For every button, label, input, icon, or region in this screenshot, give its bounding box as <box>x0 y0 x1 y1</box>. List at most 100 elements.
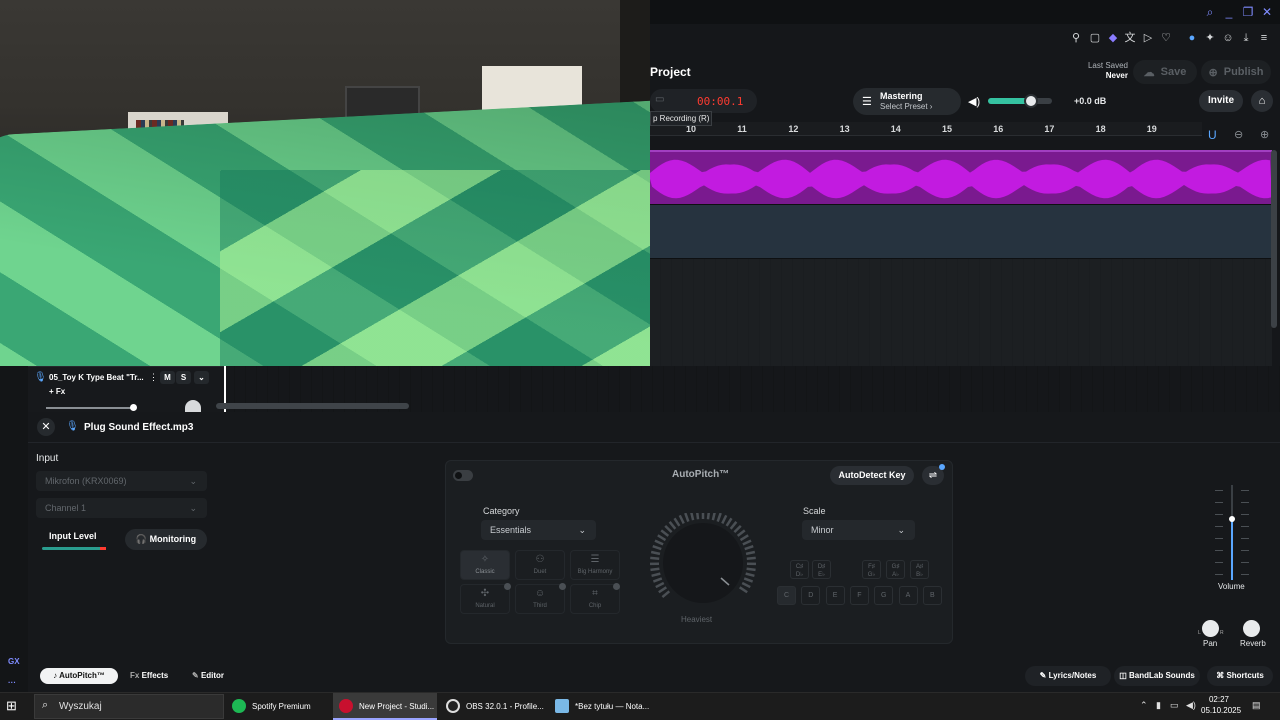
master-volume-slider[interactable] <box>988 98 1052 104</box>
key-sharp[interactable]: C♯ D♭ <box>790 560 809 579</box>
invite-button[interactable]: Invite <box>1199 90 1243 112</box>
mastering-button[interactable]: ☰ Mastering Select Preset › <box>853 88 961 115</box>
taskbar-app-obs[interactable]: OBS 32.0.1 - Profile... <box>440 693 546 720</box>
input-device-select[interactable]: Mikrofon (KRX0069) ⌄ <box>36 471 207 491</box>
menu-icon[interactable]: ≡ <box>1257 31 1271 45</box>
tab-editor[interactable]: ✎ Editor <box>192 668 224 684</box>
key-natural[interactable]: E <box>825 586 845 605</box>
windows-start-icon[interactable]: ⊞ <box>6 698 17 714</box>
preset-chip[interactable]: ⌗ Chip <box>570 584 620 614</box>
category-select[interactable]: Essentials ⌄ <box>481 520 596 540</box>
shortcuts-button[interactable]: ⌘ Shortcuts <box>1207 666 1273 686</box>
taskbar-app-bandlab[interactable]: New Project - Studi... <box>333 693 437 720</box>
loop-icon[interactable]: ▭ <box>655 94 664 105</box>
taskbar-app-spotify[interactable]: Spotify Premium <box>226 693 330 720</box>
bandlab-sounds-button[interactable]: ◫ BandLab Sounds <box>1114 666 1200 686</box>
screenshot-icon[interactable]: ▢ <box>1088 31 1102 45</box>
ruler-tick: 13 <box>839 124 850 134</box>
preset-third[interactable]: ☺ Third <box>515 584 565 614</box>
close-icon[interactable]: ✕ <box>1259 4 1275 20</box>
reverb-knob[interactable] <box>1243 620 1260 637</box>
chevron-down-icon[interactable]: ⌄ <box>194 371 209 384</box>
solo-button[interactable]: S <box>176 371 191 384</box>
close-panel-button[interactable]: ✕ <box>37 418 55 436</box>
preset-natural[interactable]: ✣ Natural <box>460 584 510 614</box>
taskbar-clock[interactable]: 02:27 05.10.2025 <box>1201 694 1241 716</box>
pitch-amount-knob[interactable] <box>648 513 758 611</box>
tray-chevron-icon[interactable]: ⌃ <box>1140 700 1148 711</box>
key-sharp[interactable]: D♯ E♭ <box>812 560 831 579</box>
profile-icon[interactable]: ☺ <box>1221 31 1235 45</box>
preset-big-harmony[interactable]: ☰ Big Harmony <box>570 550 620 580</box>
horizontal-scrollbar[interactable] <box>216 403 409 409</box>
download-icon[interactable]: ⤓ <box>1239 31 1253 45</box>
channel-select[interactable]: Channel 1 ⌄ <box>36 498 207 518</box>
taskbar-search[interactable]: ⌕ Wyszukaj <box>34 694 224 719</box>
tab-label: Effects <box>141 671 169 680</box>
gift-icon[interactable]: ⌂ <box>1251 90 1273 112</box>
autodetect-key-button[interactable]: AutoDetect Key <box>830 466 914 485</box>
key-natural[interactable]: B <box>922 586 942 605</box>
key-natural[interactable]: F <box>849 586 869 605</box>
empty-track-lane[interactable] <box>650 204 1272 259</box>
key-sharp[interactable]: A♯ B♭ <box>910 560 929 579</box>
key-natural[interactable]: C <box>777 586 796 605</box>
taskbar-app-notepad[interactable]: *Bez tytułu — Nota... <box>549 693 655 720</box>
add-fx-button[interactable]: + Fx <box>49 387 65 396</box>
track-name[interactable]: 05_Toy K Type Beat "Tr... <box>49 373 144 382</box>
gx-icon[interactable]: GX <box>8 657 20 666</box>
publish-button[interactable]: ⊕ Publish <box>1201 60 1271 84</box>
minimize-icon[interactable]: _ <box>1221 4 1237 20</box>
track-volume-slider[interactable] <box>46 407 136 409</box>
puzzle-icon[interactable]: ✦ <box>1203 31 1217 45</box>
restore-icon[interactable]: ❐ <box>1240 4 1256 20</box>
mic-tray-icon[interactable]: ▮ <box>1156 700 1161 711</box>
reverb-label: Reverb <box>1240 639 1266 648</box>
key-natural[interactable]: D <box>801 586 821 605</box>
vertical-scrollbar[interactable] <box>1271 150 1277 328</box>
track-pan-dial[interactable] <box>185 400 201 412</box>
magnet-icon[interactable]: U <box>1208 128 1217 142</box>
taskbar-app-label: New Project - Studi... <box>359 702 435 711</box>
pan-knob[interactable] <box>1202 620 1219 637</box>
track-menu-icon[interactable]: ⋮ <box>149 372 158 383</box>
chevron-down-icon: ⌄ <box>189 503 197 513</box>
key-sharp[interactable]: G♯ A♭ <box>886 560 905 579</box>
preset-classic[interactable]: ✧ Classic <box>460 550 510 580</box>
tab-effects[interactable]: Fx Effects <box>130 668 168 684</box>
zoom-in-icon[interactable]: ⊕ <box>1260 128 1269 141</box>
save-button[interactable]: ☁ Save <box>1133 60 1197 84</box>
project-title[interactable]: Project <box>650 65 691 79</box>
key-natural[interactable]: G <box>874 586 894 605</box>
key-sharp[interactable]: F♯ G♭ <box>862 560 881 579</box>
shield-icon[interactable]: ◆ <box>1106 31 1120 45</box>
speaker-icon[interactable]: ◀) <box>968 95 980 108</box>
volume-fader-knob[interactable] <box>1229 516 1235 522</box>
harmony-icon: ☰ <box>590 554 600 565</box>
tab-autopitch[interactable]: ♪ AutoPitch™ <box>40 668 118 684</box>
autopitch-toggle[interactable] <box>453 470 473 481</box>
zoom-out-icon[interactable]: ⊖ <box>1234 128 1243 141</box>
lyrics-notes-button[interactable]: ✎ Lyrics/Notes <box>1025 666 1111 686</box>
timeline-grid[interactable] <box>650 259 1272 366</box>
play-icon[interactable]: ▷ <box>1141 31 1155 45</box>
track-volume-knob[interactable] <box>130 404 137 411</box>
heart-icon[interactable]: ♡ <box>1159 31 1173 45</box>
key-natural[interactable]: A <box>898 586 918 605</box>
master-volume-knob[interactable] <box>1024 94 1038 108</box>
preset-duet[interactable]: ⚇ Duet <box>515 550 565 580</box>
notifications-icon[interactable]: ▤ <box>1252 700 1261 711</box>
more-icon[interactable]: ··· <box>8 678 16 687</box>
mute-button[interactable]: M <box>160 371 175 384</box>
search-icon[interactable]: ⌕ <box>1202 4 1218 20</box>
network-icon[interactable]: ▭ <box>1170 700 1179 711</box>
scale-select[interactable]: Minor ⌄ <box>802 520 915 540</box>
monitoring-button[interactable]: 🎧 Monitoring <box>125 529 207 550</box>
fader-tick <box>1241 562 1249 563</box>
extension-logo-icon[interactable]: ● <box>1185 31 1199 45</box>
pin-icon[interactable]: ⚲ <box>1069 31 1083 45</box>
translate-icon[interactable]: 文 <box>1123 31 1137 45</box>
chevron-down-icon: ⌄ <box>578 525 586 535</box>
timeline-ruler[interactable] <box>650 122 1202 136</box>
volume-tray-icon[interactable]: ◀) <box>1186 700 1196 711</box>
